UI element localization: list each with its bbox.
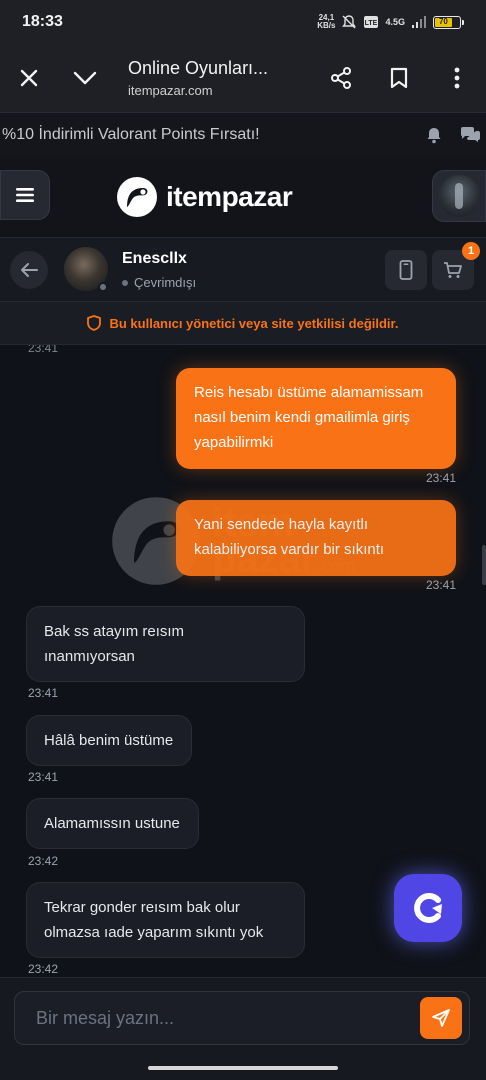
- offline-indicator: [98, 282, 108, 292]
- bell-icon: [427, 127, 441, 143]
- warning-text: Bu kullanıcı yönetici veya site yetkilis…: [109, 315, 399, 331]
- site-header: itempazar: [0, 156, 486, 236]
- messages-button[interactable]: [454, 126, 486, 144]
- system-nav-bar: [0, 1060, 486, 1080]
- support-chat-button[interactable]: [394, 874, 462, 942]
- cart-icon: [444, 262, 462, 278]
- account-avatar-button[interactable]: [432, 170, 486, 222]
- send-button[interactable]: [420, 997, 462, 1039]
- scrollbar[interactable]: [482, 545, 486, 585]
- more-vertical-icon: [454, 67, 460, 89]
- warning-banner: Bu kullanıcı yönetici veya site yetkilis…: [0, 301, 486, 345]
- chevron-down-icon: [73, 71, 97, 85]
- volte-icon: LTE: [364, 16, 379, 28]
- home-gesture-handle[interactable]: [148, 1066, 338, 1070]
- account-avatar: [438, 175, 480, 217]
- message-composer: [0, 977, 486, 1060]
- chat-header: Enescllx Çevrimdışı 1: [0, 237, 486, 301]
- message-bubble-outgoing[interactable]: Yani sendede hayla kayıtlı kalabiliyorsa…: [176, 500, 456, 576]
- more-options-button[interactable]: [428, 49, 486, 107]
- network-speed: 24,1 KB/s: [317, 13, 336, 30]
- chat-bubbles-icon: [461, 126, 480, 142]
- message-bubble-incoming[interactable]: Hâlâ benim üstüme: [26, 715, 193, 766]
- notifications-button[interactable]: [414, 126, 454, 144]
- message-bubble-incoming[interactable]: Alamamıssın ustune: [26, 798, 199, 849]
- message-bubble-incoming[interactable]: Tekrar gonder reısım bak olur olmazsa ıa…: [26, 882, 305, 958]
- promo-text[interactable]: %10 İndirimli Valorant Points Fırsatı!: [0, 126, 414, 144]
- hamburger-icon: [16, 188, 34, 202]
- close-tab-button[interactable]: [0, 49, 58, 107]
- message-time: 23:41: [28, 686, 59, 700]
- shield-icon: [87, 315, 102, 331]
- phone-button[interactable]: [385, 250, 427, 290]
- svg-text:LTE: LTE: [365, 20, 378, 27]
- status-bar: 18:33 24,1 KB/s LTE 4.5G 70: [0, 0, 486, 44]
- message-bubble-incoming[interactable]: Bak ss atayım reısım ınanmıyorsan: [26, 606, 305, 682]
- status-time: 18:33: [22, 13, 63, 30]
- user-status: Çevrimdışı: [122, 275, 196, 290]
- arrow-left-icon: [21, 263, 38, 277]
- send-icon: [432, 1009, 450, 1027]
- message-time: 23:42: [28, 962, 59, 976]
- browser-toolbar: Online Oyunları... itempazar.com: [0, 44, 486, 112]
- share-icon: [331, 67, 351, 89]
- support-widget-icon: [414, 893, 442, 923]
- status-dot: [122, 279, 128, 286]
- collapse-button[interactable]: [56, 49, 114, 107]
- page-title-area[interactable]: Online Oyunları... itempazar.com: [114, 58, 312, 98]
- menu-button[interactable]: [0, 170, 50, 220]
- user-name[interactable]: Enescllx: [122, 250, 187, 268]
- message-time: 23:41: [425, 578, 456, 592]
- mute-icon: [342, 15, 357, 29]
- back-button[interactable]: [10, 251, 48, 289]
- signal-icon: [412, 16, 426, 28]
- cart-count-badge: 1: [462, 242, 480, 260]
- mobile-phone-icon: [399, 260, 413, 280]
- message-time: 23:42: [28, 854, 59, 868]
- bookmark-button[interactable]: [370, 49, 428, 107]
- logo-text: itempazar: [166, 181, 293, 212]
- promo-bar: %10 İndirimli Valorant Points Fırsatı!: [0, 112, 486, 156]
- cart-button[interactable]: 1: [432, 242, 480, 290]
- user-status-text: Çevrimdışı: [134, 275, 197, 290]
- share-button[interactable]: [312, 49, 370, 107]
- message-bubble-outgoing[interactable]: Reis hesabı üstüme alamamissam nasıl ben…: [176, 368, 456, 469]
- logo-mark-icon: [117, 177, 157, 217]
- message-time: 23:41: [28, 770, 59, 784]
- network-type: 4.5G: [385, 17, 405, 27]
- page-title: Online Oyunları...: [128, 58, 269, 78]
- message-input[interactable]: [14, 991, 470, 1045]
- page-url: itempazar.com: [128, 83, 213, 98]
- message-time: 23:41: [425, 471, 456, 485]
- message-time: 23:41: [28, 345, 59, 355]
- bookmark-icon: [390, 67, 408, 89]
- site-logo[interactable]: itempazar: [116, 176, 293, 218]
- close-icon: [20, 69, 38, 87]
- status-icons: 24,1 KB/s LTE 4.5G 70: [317, 14, 464, 30]
- battery-icon: 70: [433, 15, 464, 29]
